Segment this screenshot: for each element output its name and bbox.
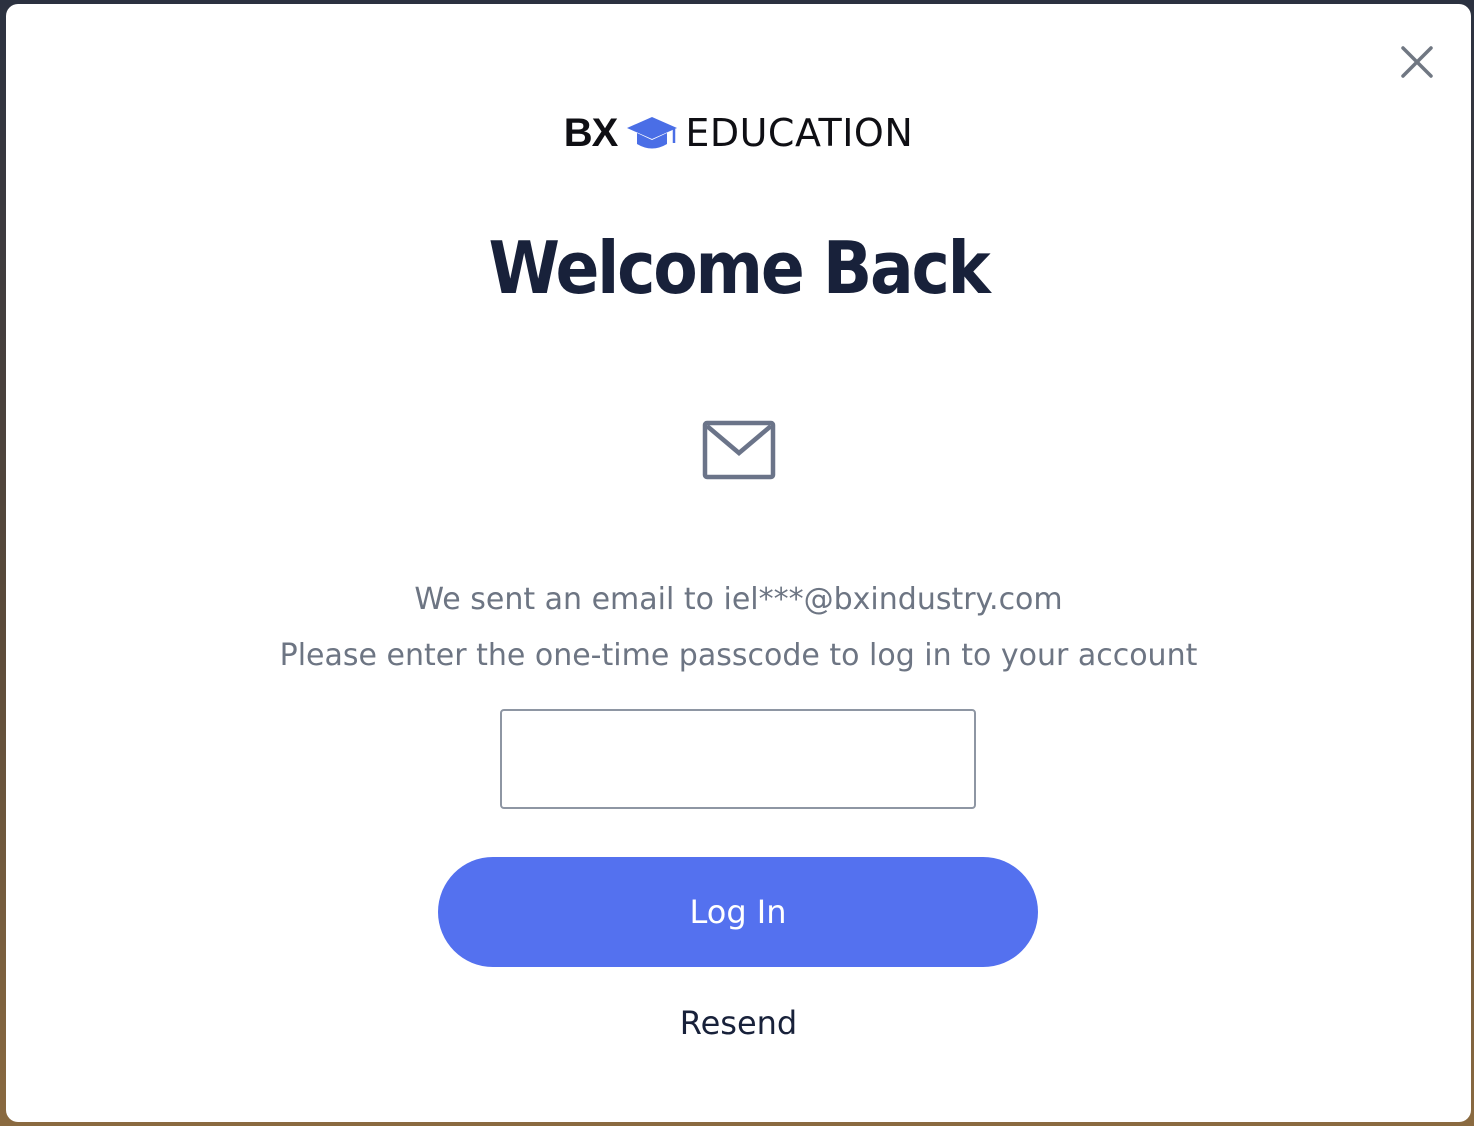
graduation-cap-icon <box>625 113 679 153</box>
brand-name: EDUCATION <box>685 111 914 155</box>
login-button[interactable]: Log In <box>438 857 1038 967</box>
login-modal: BX EDUCATION Welcome Back We sent an ema… <box>6 4 1471 1122</box>
brand-mark: BX <box>563 111 619 155</box>
login-button-label: Log In <box>689 893 787 931</box>
resend-link[interactable]: Resend <box>680 1004 797 1042</box>
passcode-instruction: Please enter the one-time passcode to lo… <box>279 638 1198 673</box>
page-title: Welcome Back <box>488 226 991 310</box>
email-sent-message: We sent an email to iel***@bxindustry.co… <box>414 582 1063 617</box>
passcode-input[interactable] <box>500 709 976 809</box>
close-button[interactable] <box>1397 42 1437 82</box>
resend-container: Resend <box>6 1004 1471 1042</box>
close-icon <box>1401 46 1433 78</box>
brand-logo: BX EDUCATION <box>6 108 1471 158</box>
envelope-icon <box>702 418 776 482</box>
